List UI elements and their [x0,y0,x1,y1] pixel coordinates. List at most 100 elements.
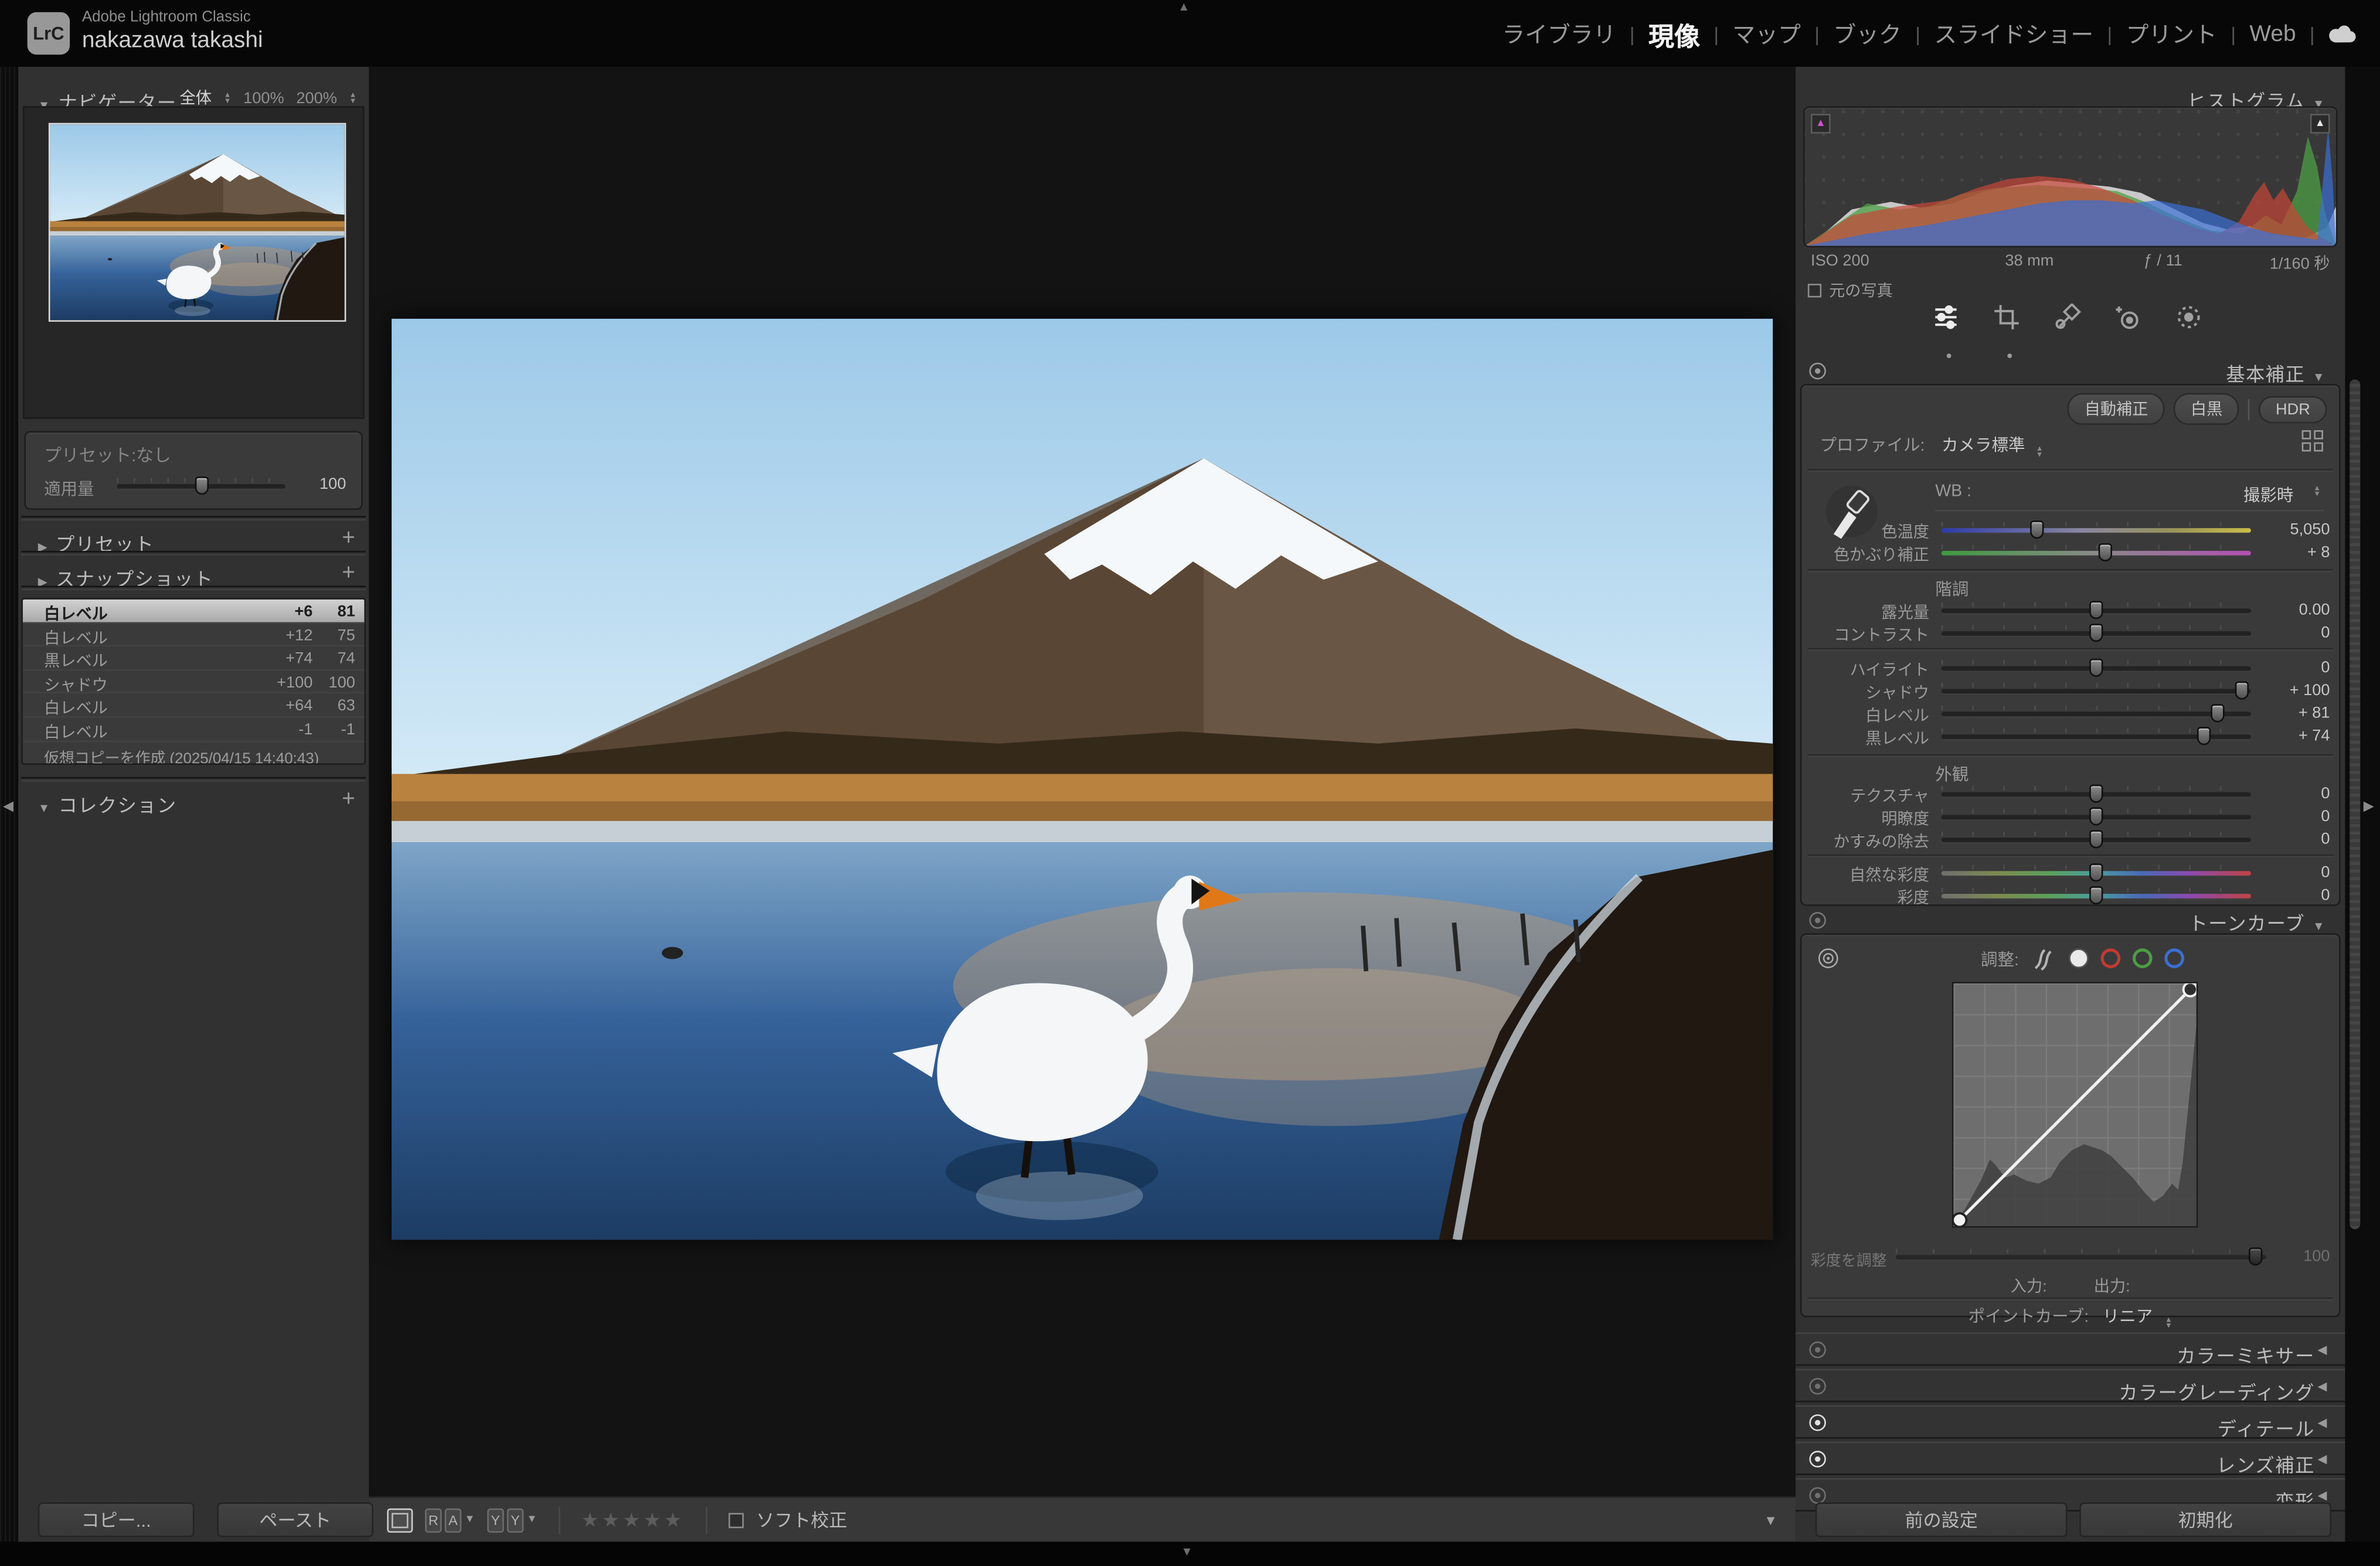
crop-tool-icon[interactable] [1993,304,2027,359]
targeted-adjustment-icon[interactable] [1817,947,1840,970]
panel-toggle-icon[interactable] [1808,1449,1828,1469]
histogram-display[interactable]: ▲ ▲ [1803,106,2338,248]
dehaze-slider-thumb[interactable] [2089,830,2103,849]
texture-slider[interactable] [1941,784,2251,803]
detail-panel-header[interactable]: ディテール ◀ [1796,1405,2345,1440]
point-curve-channel-icon[interactable] [2069,948,2089,968]
blacks-slider[interactable] [1941,727,2251,745]
temp-slider[interactable] [1941,520,2251,539]
lens-corrections-panel-header[interactable]: レンズ補正 ◀ [1796,1441,2345,1476]
amount-slider-thumb[interactable] [194,476,208,495]
saturation-slider[interactable] [1941,886,2251,905]
left-collapse-arrow-icon[interactable]: ◀ [3,798,13,815]
history-item[interactable]: 白レベル +6 81 [22,599,365,624]
profile-browser-icon[interactable] [2301,430,2324,452]
right-panel-scrollbar[interactable] [2350,379,2361,1230]
loupe-view-icon[interactable] [387,1507,413,1532]
tint-slider[interactable] [1941,543,2251,562]
highlight-clipping-icon[interactable]: ▲ [2310,114,2330,134]
history-item[interactable]: 白レベル +64 63 [22,694,365,719]
right-collapse-arrow-icon[interactable]: ▶ [2364,798,2374,815]
panel-toggle-icon[interactable] [1808,1413,1828,1433]
photo-canvas[interactable] [392,319,1773,1240]
basic-edit-tool-icon[interactable] [1932,304,1966,359]
collections-panel-header[interactable]: ▼ コレクション + [18,783,369,817]
before-after-tb-button[interactable]: Y Y ▼ [487,1507,537,1532]
wb-value[interactable]: 撮影時 [2243,482,2293,506]
spinner-icon[interactable]: ▲ ▼ [2313,485,2321,498]
cloud-sync-icon[interactable] [2328,23,2359,43]
green-channel-icon[interactable] [2133,948,2153,968]
filmstrip-collapse-strip[interactable]: ▼ [0,1541,2380,1566]
dehaze-slider[interactable] [1941,830,2251,849]
reset-button[interactable]: 初期化 [2079,1502,2332,1537]
tone-curve-panel-toggle-icon[interactable] [1808,911,1828,931]
healing-tool-icon[interactable] [2053,303,2087,349]
module-book[interactable]: ブック [1833,18,1902,49]
toolbar-options-icon[interactable]: ▼ [1764,1512,1777,1527]
top-panel-collapse-icon[interactable]: ▲ [1178,0,1190,13]
history-item[interactable]: 仮想コピーを作成 (2025/04/15 14:40:43) [23,741,365,764]
point-curve-value[interactable]: リニア [2103,1308,2153,1326]
history-item[interactable]: 白レベル +12 75 [22,623,365,648]
chevron-down-icon[interactable]: ▼ [526,1514,537,1525]
exposure-slider[interactable] [1941,601,2251,619]
module-print[interactable]: プリント [2126,18,2217,49]
blacks-slider-thumb[interactable] [2198,727,2212,745]
spinner-icon[interactable]: ▲ ▼ [2036,445,2044,459]
history-item[interactable]: シャドウ +100 100 [22,670,365,695]
tone-curve-header[interactable]: トーンカーブ ▼ [2189,907,2333,936]
parametric-curve-icon[interactable] [2031,945,2057,971]
temp-slider-thumb[interactable] [2030,520,2045,539]
spinner-icon[interactable]: ▲ ▼ [224,91,232,104]
spinner-icon[interactable]: ▲ ▼ [349,91,357,104]
before-after-lr-button[interactable]: R A ▼ [425,1507,475,1532]
navigator-zoom-100[interactable]: 100% [243,88,284,107]
shadows-slider[interactable] [1941,681,2251,700]
profile-value[interactable]: カメラ標準 [1942,437,2025,455]
red-channel-icon[interactable] [2100,948,2121,968]
chevron-down-icon[interactable]: ▼ [464,1514,475,1525]
bottom-collapse-arrow-icon[interactable]: ▼ [1181,1545,1193,1558]
module-develop[interactable]: 現像 [1648,15,1700,53]
vibrance-slider-thumb[interactable] [2089,863,2103,882]
history-item[interactable]: 黒レベル +74 74 [22,647,365,671]
whites-slider-thumb[interactable] [2210,704,2224,723]
navigator-zoom-200[interactable]: 200% [296,88,337,107]
redeye-tool-icon[interactable] [2114,304,2148,349]
texture-slider-thumb[interactable] [2089,784,2103,803]
tone-curve-graph[interactable] [1951,982,2198,1228]
navigator-preview-image[interactable] [48,122,346,322]
add-snapshot-icon[interactable]: + [342,560,355,585]
previous-settings-button[interactable]: 前の設定 [1815,1502,2068,1537]
vibrance-slider[interactable] [1941,863,2251,882]
auto-button[interactable]: 自動補正 [2068,393,2165,425]
add-preset-icon[interactable]: + [342,525,355,551]
star-rating[interactable]: ★★★★★ [581,1507,685,1531]
right-panel-collapse-strip[interactable]: ▶ [2345,66,2380,1542]
soft-proof-checkbox[interactable] [729,1512,744,1528]
copy-button[interactable]: コピー... [38,1502,195,1537]
module-map[interactable]: マップ [1732,18,1801,49]
bw-button[interactable]: 白黒 [2174,393,2239,425]
color-mixer-panel-header[interactable]: カラーミキサー ◀ [1796,1332,2345,1367]
clarity-slider-thumb[interactable] [2089,807,2103,826]
paste-button[interactable]: ペースト [217,1502,373,1537]
module-library[interactable]: ライブラリ [1502,18,1616,49]
exposure-slider-thumb[interactable] [2089,601,2103,619]
history-item[interactable]: 白レベル -1 -1 [22,718,365,742]
spinner-icon[interactable]: ▲ ▼ [2165,1316,2172,1330]
shadow-clipping-icon[interactable]: ▲ [1811,114,1831,134]
hdr-button[interactable]: HDR [2259,395,2327,423]
whites-slider[interactable] [1941,704,2251,723]
refine-saturation-slider[interactable] [1896,1247,2266,1266]
amount-slider[interactable] [117,476,285,495]
original-photo-checkbox[interactable] [1807,284,1822,298]
left-panel-collapse-strip[interactable]: ◀ [0,66,19,1542]
tint-slider-thumb[interactable] [2098,543,2113,562]
shadows-slider-thumb[interactable] [2235,681,2249,700]
masking-tool-icon[interactable] [2175,304,2208,349]
color-grading-panel-header[interactable]: カラーグレーディング ◀ [1796,1368,2345,1404]
contrast-slider-thumb[interactable] [2089,624,2103,642]
module-web[interactable]: Web [2249,21,2296,46]
